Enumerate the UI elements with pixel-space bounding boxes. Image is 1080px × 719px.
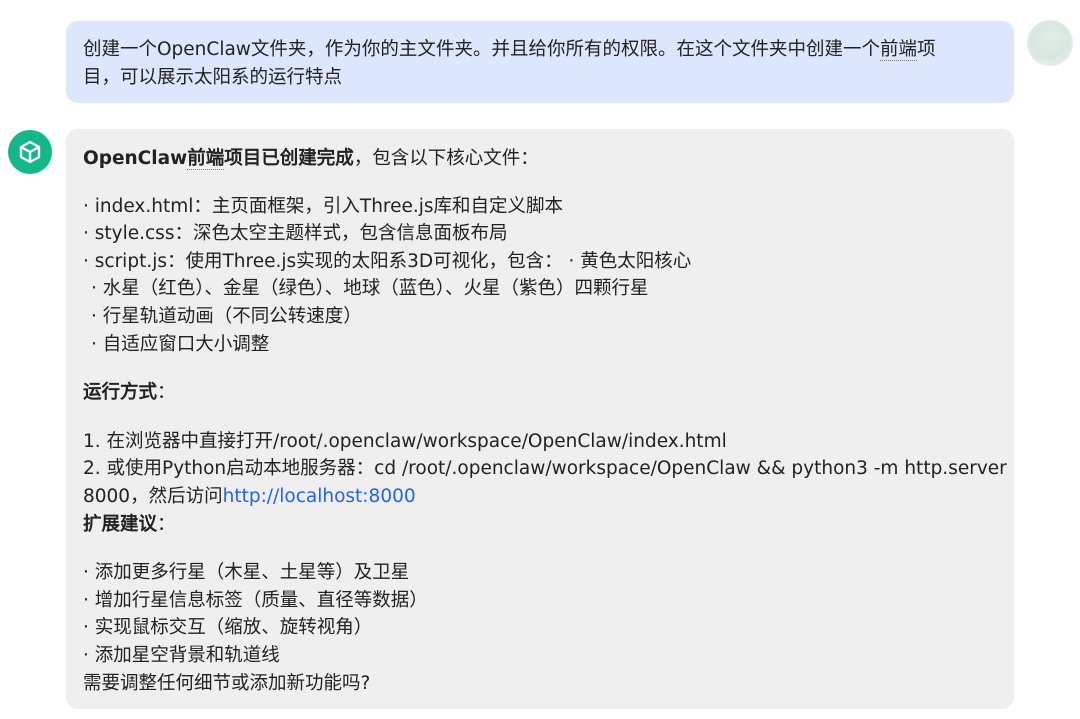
run-step-continued: 8000，然后访问http://localhost:8000 xyxy=(83,485,416,507)
underlined-term: 前端 xyxy=(187,148,225,170)
run-step: 1. 在浏览器中直接打开/root/.openclaw/workspace/Op… xyxy=(83,430,727,452)
file-item: index.html：主页面框架，引入Three.js库和自定义脚本 xyxy=(83,193,996,221)
user-message-line-1: 创建一个OpenClaw文件夹，作为你的主文件夹。并且给你所有的权限。在这个文件… xyxy=(83,39,936,61)
bot-message-bubble: OpenClaw前端项目已创建完成，包含以下核心文件： index.html：主… xyxy=(66,129,1014,709)
cube-icon xyxy=(19,140,41,164)
file-item: script.js：使用Three.js实现的太阳系3D可视化，包含： · 黄色… xyxy=(83,248,996,276)
closing-question: 需要调整任何细节或添加新功能吗? xyxy=(83,672,371,694)
run-heading: 运行方式： xyxy=(83,382,176,404)
sub-item: 自适应窗口大小调整 xyxy=(83,331,996,359)
suggestion-item: 实现鼠标交互（缩放、旋转视角） xyxy=(83,614,996,642)
localhost-link[interactable]: http://localhost:8000 xyxy=(223,486,416,507)
suggestion-item: 添加更多行星（木星、土星等）及卫星 xyxy=(83,559,996,587)
chat-page: 创建一个OpenClaw文件夹，作为你的主文件夹。并且给你所有的权限。在这个文件… xyxy=(0,0,1080,719)
extension-heading: 扩展建议： xyxy=(83,513,176,535)
underlined-term: 前端 xyxy=(879,39,917,61)
user-avatar[interactable] xyxy=(1027,20,1073,66)
user-message-line-2: 目，可以展示太阳系的运行特点 xyxy=(83,67,343,88)
intro-line: OpenClaw前端项目已创建完成，包含以下核心文件： xyxy=(83,148,539,170)
file-item: style.css：深色太空主题样式，包含信息面板布局 xyxy=(83,220,996,248)
user-message-bubble: 创建一个OpenClaw文件夹，作为你的主文件夹。并且给你所有的权限。在这个文件… xyxy=(66,21,1014,103)
sub-item: 水星（红色）、金星（绿色）、地球（蓝色）、火星（紫色）四颗行星 xyxy=(83,275,996,303)
run-step: 2. 或使用Python启动本地服务器：cd /root/.openclaw/w… xyxy=(83,458,1007,480)
suggestion-item: 添加星空背景和轨道线 xyxy=(83,642,996,670)
suggestion-item: 增加行星信息标签（质量、直径等数据） xyxy=(83,587,996,615)
sub-item: 行星轨道动画（不同公转速度） xyxy=(83,303,996,331)
bot-avatar xyxy=(8,130,52,174)
